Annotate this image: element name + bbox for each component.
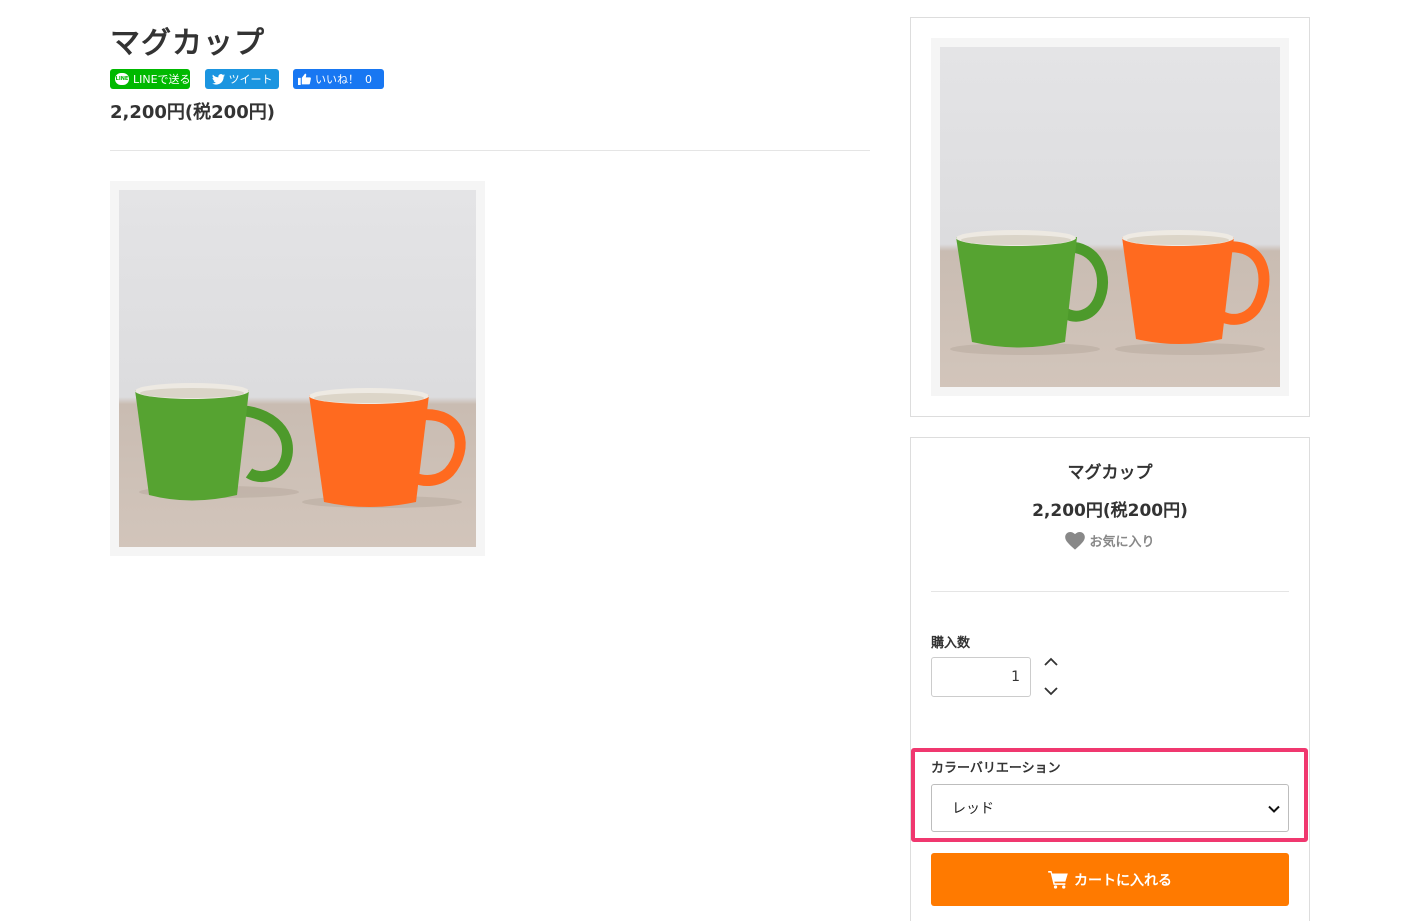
product-image-frame: [110, 181, 485, 556]
add-to-cart-label: カートに入れる: [1074, 872, 1172, 889]
cart-icon: [1048, 870, 1068, 889]
thumbs-up-icon: [298, 73, 311, 85]
tweet-button[interactable]: ツイート: [205, 69, 279, 89]
product-image[interactable]: [119, 190, 476, 547]
chevron-down-icon[interactable]: [1042, 684, 1060, 698]
line-icon: LINE: [115, 73, 129, 85]
product-title: マグカップ: [110, 26, 265, 61]
like-count: 0: [365, 72, 372, 86]
color-variation-select[interactable]: レッド: [931, 784, 1289, 832]
chevron-down-icon: [1268, 802, 1280, 818]
add-to-cart-button[interactable]: カートに入れる: [931, 853, 1289, 906]
favorite-button[interactable]: お気に入り: [911, 531, 1309, 550]
divider: [110, 150, 870, 151]
tweet-label: ツイート: [228, 73, 273, 86]
sidebar-product-price: 2,200円(税200円): [1032, 501, 1188, 521]
facebook-like-button[interactable]: いいね！ 0: [293, 69, 384, 89]
color-variation-label: カラーバリエーション: [931, 761, 1061, 776]
thumbnail-frame: [931, 38, 1289, 396]
line-share-label: LINEで送る: [133, 73, 191, 86]
divider: [931, 591, 1289, 592]
favorite-label: お気に入り: [1089, 535, 1155, 550]
quantity-input[interactable]: [931, 657, 1031, 697]
quantity-label: 購入数: [931, 636, 971, 651]
purchase-card: マグカップ 2,200円(税200円) お気に入り 購入数 カラーバリエーション…: [910, 437, 1310, 921]
color-variation-value: レッド: [952, 801, 994, 817]
heart-icon: [1065, 531, 1086, 550]
sidebar-product-title: マグカップ: [1067, 463, 1153, 483]
thumbnail-image[interactable]: [940, 47, 1280, 387]
product-price: 2,200円(税200円): [110, 102, 275, 123]
like-label: いいね！: [315, 73, 359, 86]
chevron-up-icon[interactable]: [1042, 654, 1060, 668]
thumbnail-card: [910, 17, 1310, 417]
twitter-bird-icon: [211, 73, 225, 85]
social-share-row: LINE LINEで送る ツイート いいね！ 0: [110, 69, 384, 89]
line-share-button[interactable]: LINE LINEで送る: [110, 69, 191, 89]
